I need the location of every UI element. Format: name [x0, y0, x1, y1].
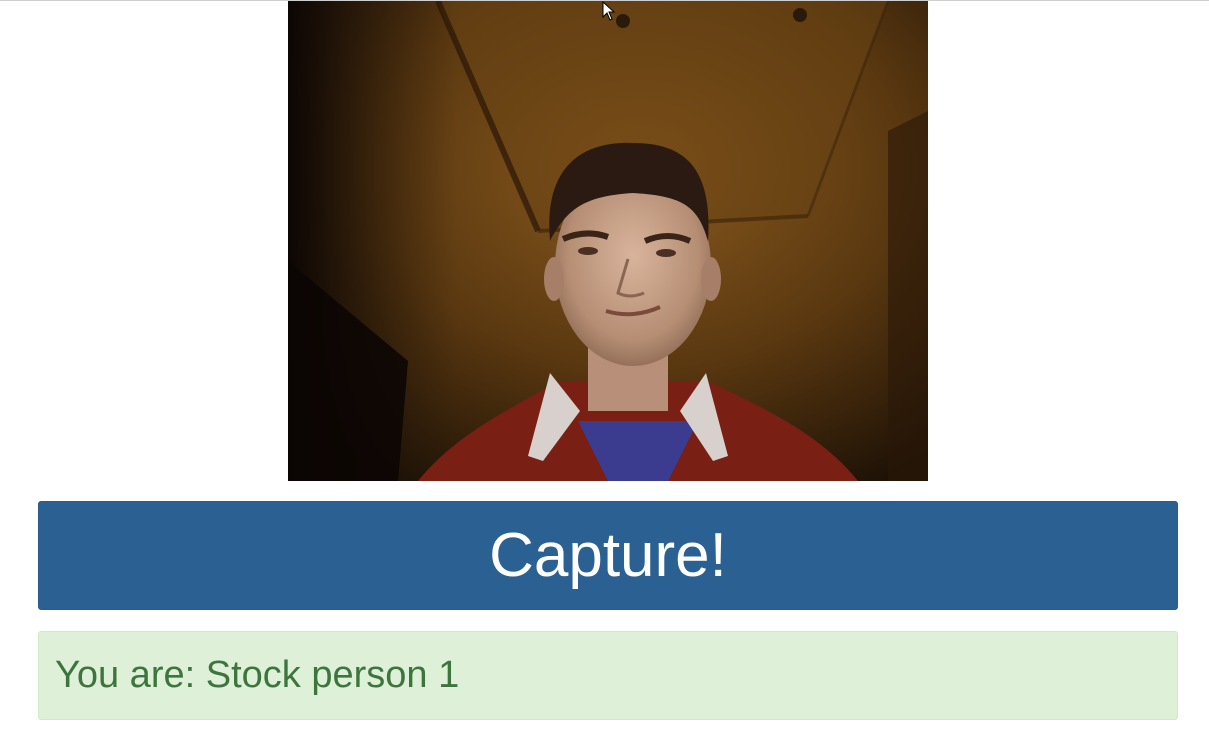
page: Capture! You are: Stock person 1 [0, 0, 1209, 743]
webcam-frame [288, 1, 928, 481]
result-name: Stock person 1 [205, 654, 460, 696]
mouse-pointer-icon [602, 1, 616, 21]
result-prefix: You are: [55, 654, 206, 696]
webcam-video [288, 1, 928, 481]
capture-button[interactable]: Capture! [38, 501, 1178, 610]
result-alert: You are: Stock person 1 [38, 631, 1178, 720]
